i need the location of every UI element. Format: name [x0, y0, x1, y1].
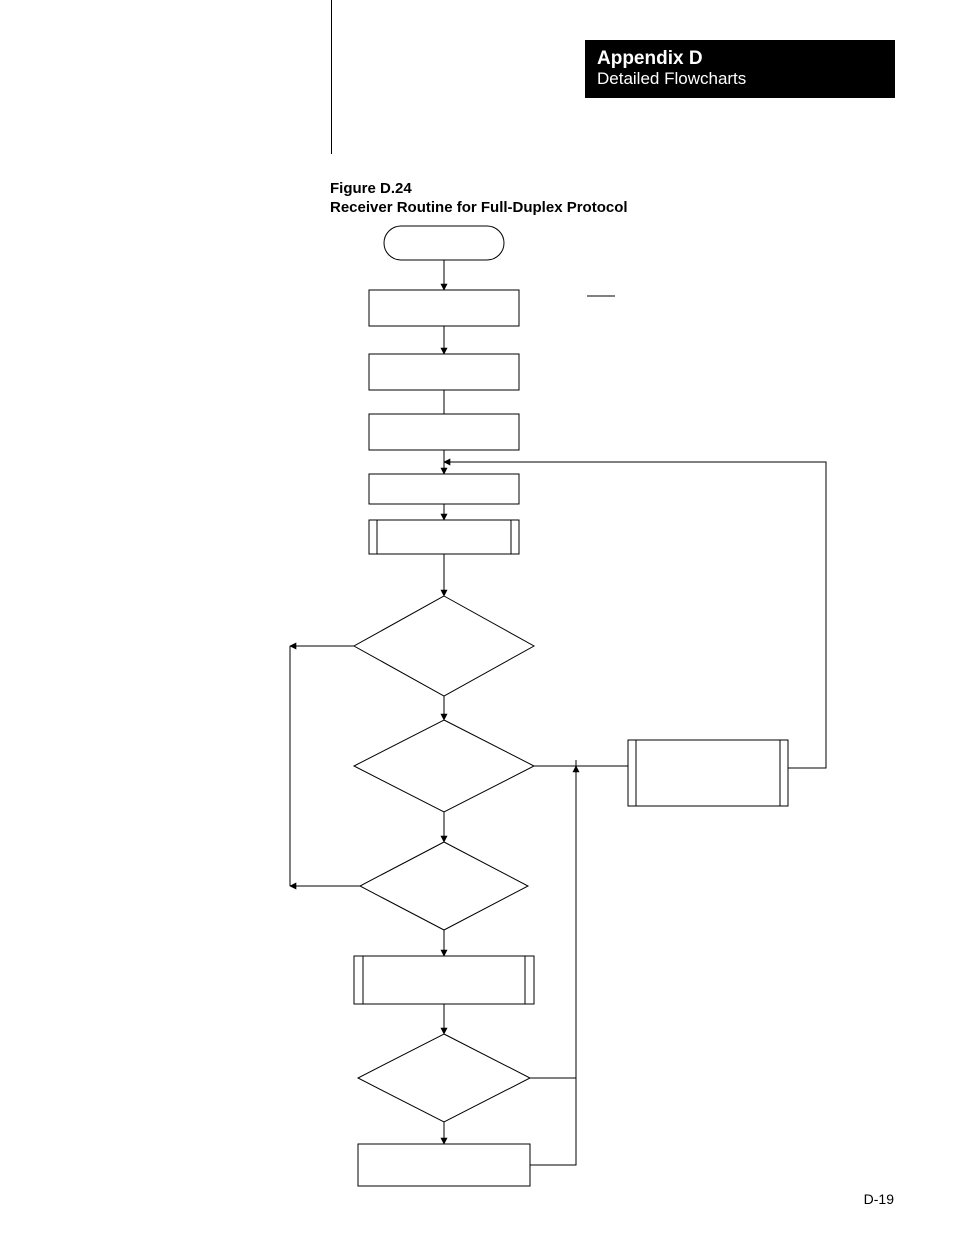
node-d2: [354, 720, 534, 812]
edge-d4-right: [530, 790, 576, 1078]
node-d4: [358, 1034, 530, 1122]
node-d3: [360, 842, 528, 930]
node-sub2: [354, 956, 534, 1004]
node-p1: [369, 290, 519, 326]
node-p4: [369, 474, 519, 504]
node-sub1: [369, 520, 519, 554]
node-p5: [358, 1144, 530, 1186]
node-d1: [354, 596, 534, 696]
node-p2: [369, 354, 519, 390]
page: Appendix D Detailed Flowcharts Figure D.…: [0, 0, 954, 1235]
flowchart-svg: [0, 0, 954, 1235]
edge-loop-right: [444, 462, 826, 768]
node-p3: [369, 414, 519, 450]
node-start: [384, 226, 504, 260]
edge-p5-right: [530, 766, 576, 1165]
node-side-sub: [628, 740, 788, 806]
page-number: D-19: [864, 1191, 894, 1207]
